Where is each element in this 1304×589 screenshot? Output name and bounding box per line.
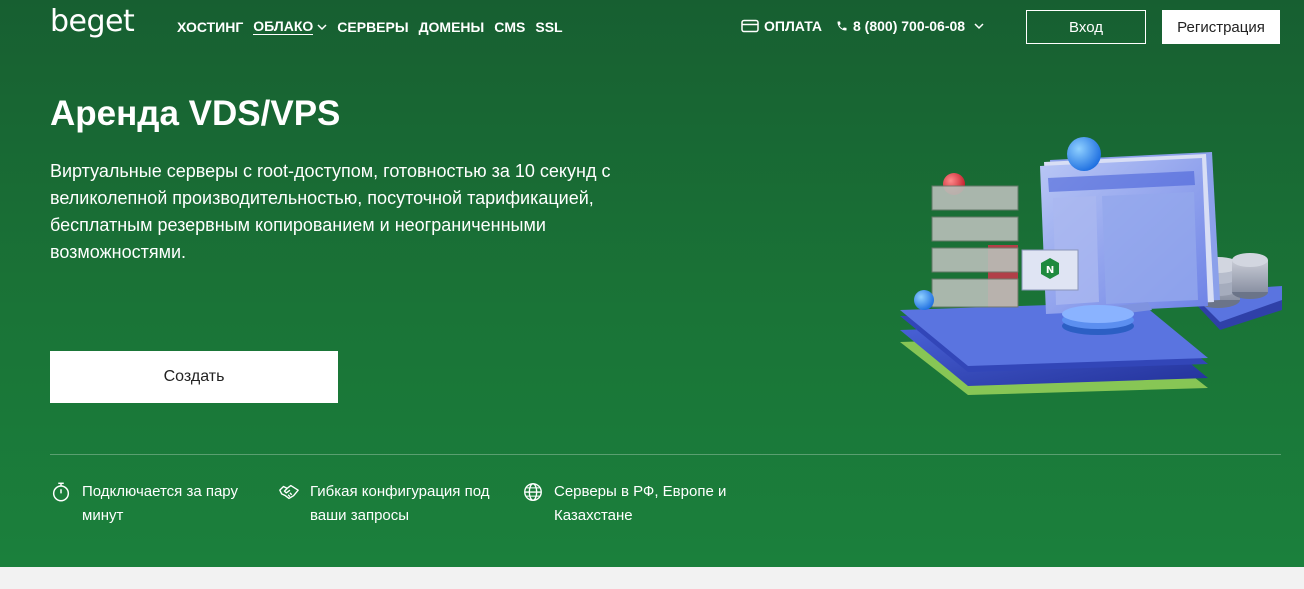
nav-item-servers[interactable]: СЕРВЕРЫ (337, 18, 408, 35)
login-button[interactable]: Вход (1026, 10, 1146, 44)
nav-item-hosting[interactable]: ХОСТИНГ (177, 18, 243, 35)
payment-link[interactable]: ОПЛАТА (741, 18, 822, 34)
main-nav: ХОСТИНГ ОБЛАКО СЕРВЕРЫ ДОМЕНЫ CMS SSL (177, 18, 563, 35)
nav-item-cms[interactable]: CMS (494, 18, 525, 35)
divider (50, 454, 1281, 455)
globe-icon (524, 483, 542, 501)
nav-item-domains[interactable]: ДОМЕНЫ (419, 18, 485, 35)
page-background (0, 567, 1304, 589)
nav-item-label: CMS (494, 18, 526, 35)
nav-item-label: СЕРВЕРЫ (337, 18, 409, 35)
handshake-icon (279, 484, 299, 500)
phone-number: 8 (800) 700-06-08 (853, 18, 966, 34)
phone-icon (837, 21, 847, 31)
hero-subtitle: Виртуальные серверы с root-доступом, гот… (50, 161, 611, 262)
nav-item-ssl[interactable]: SSL (535, 18, 562, 35)
nav-item-cloud[interactable]: ОБЛАКО (253, 18, 327, 35)
nav-item-label: SSL (535, 18, 563, 35)
create-button[interactable]: Создать (50, 351, 338, 403)
server-illustration: N (900, 137, 1282, 395)
register-button[interactable]: Регистрация (1162, 10, 1280, 44)
nginx-badge: N (1046, 265, 1054, 276)
nav-item-label: ХОСТИНГ (177, 18, 244, 35)
chevron-down-icon (974, 23, 984, 30)
nav-item-label: ОБЛАКО (253, 18, 314, 35)
credit-card-icon (741, 19, 759, 33)
feature-item: Гибкая конфигурация под ваши запросы (278, 480, 508, 528)
payment-label: ОПЛАТА (764, 18, 822, 34)
feature-item: Подключается за пару минут (50, 480, 260, 528)
phone-dropdown[interactable]: 8 (800) 700-06-08 (836, 18, 984, 34)
nav-item-label: ДОМЕНЫ (418, 18, 485, 35)
chevron-down-icon (317, 23, 327, 30)
feature-item: Серверы в РФ, Европе и Казахстане (522, 480, 742, 528)
page-title: Аренда VDS/VPS (50, 94, 341, 133)
feature-text: Подключается за пару минут (82, 483, 238, 524)
feature-text: Гибкая конфигурация под ваши запросы (310, 483, 490, 524)
stopwatch-icon (52, 482, 70, 502)
feature-text: Серверы в РФ, Европе и Казахстане (554, 483, 727, 524)
beget-logo[interactable]: beget (50, 4, 135, 39)
hero-section: beget ХОСТИНГ ОБЛАКО СЕРВЕРЫ ДОМЕНЫ CMS … (0, 0, 1304, 567)
